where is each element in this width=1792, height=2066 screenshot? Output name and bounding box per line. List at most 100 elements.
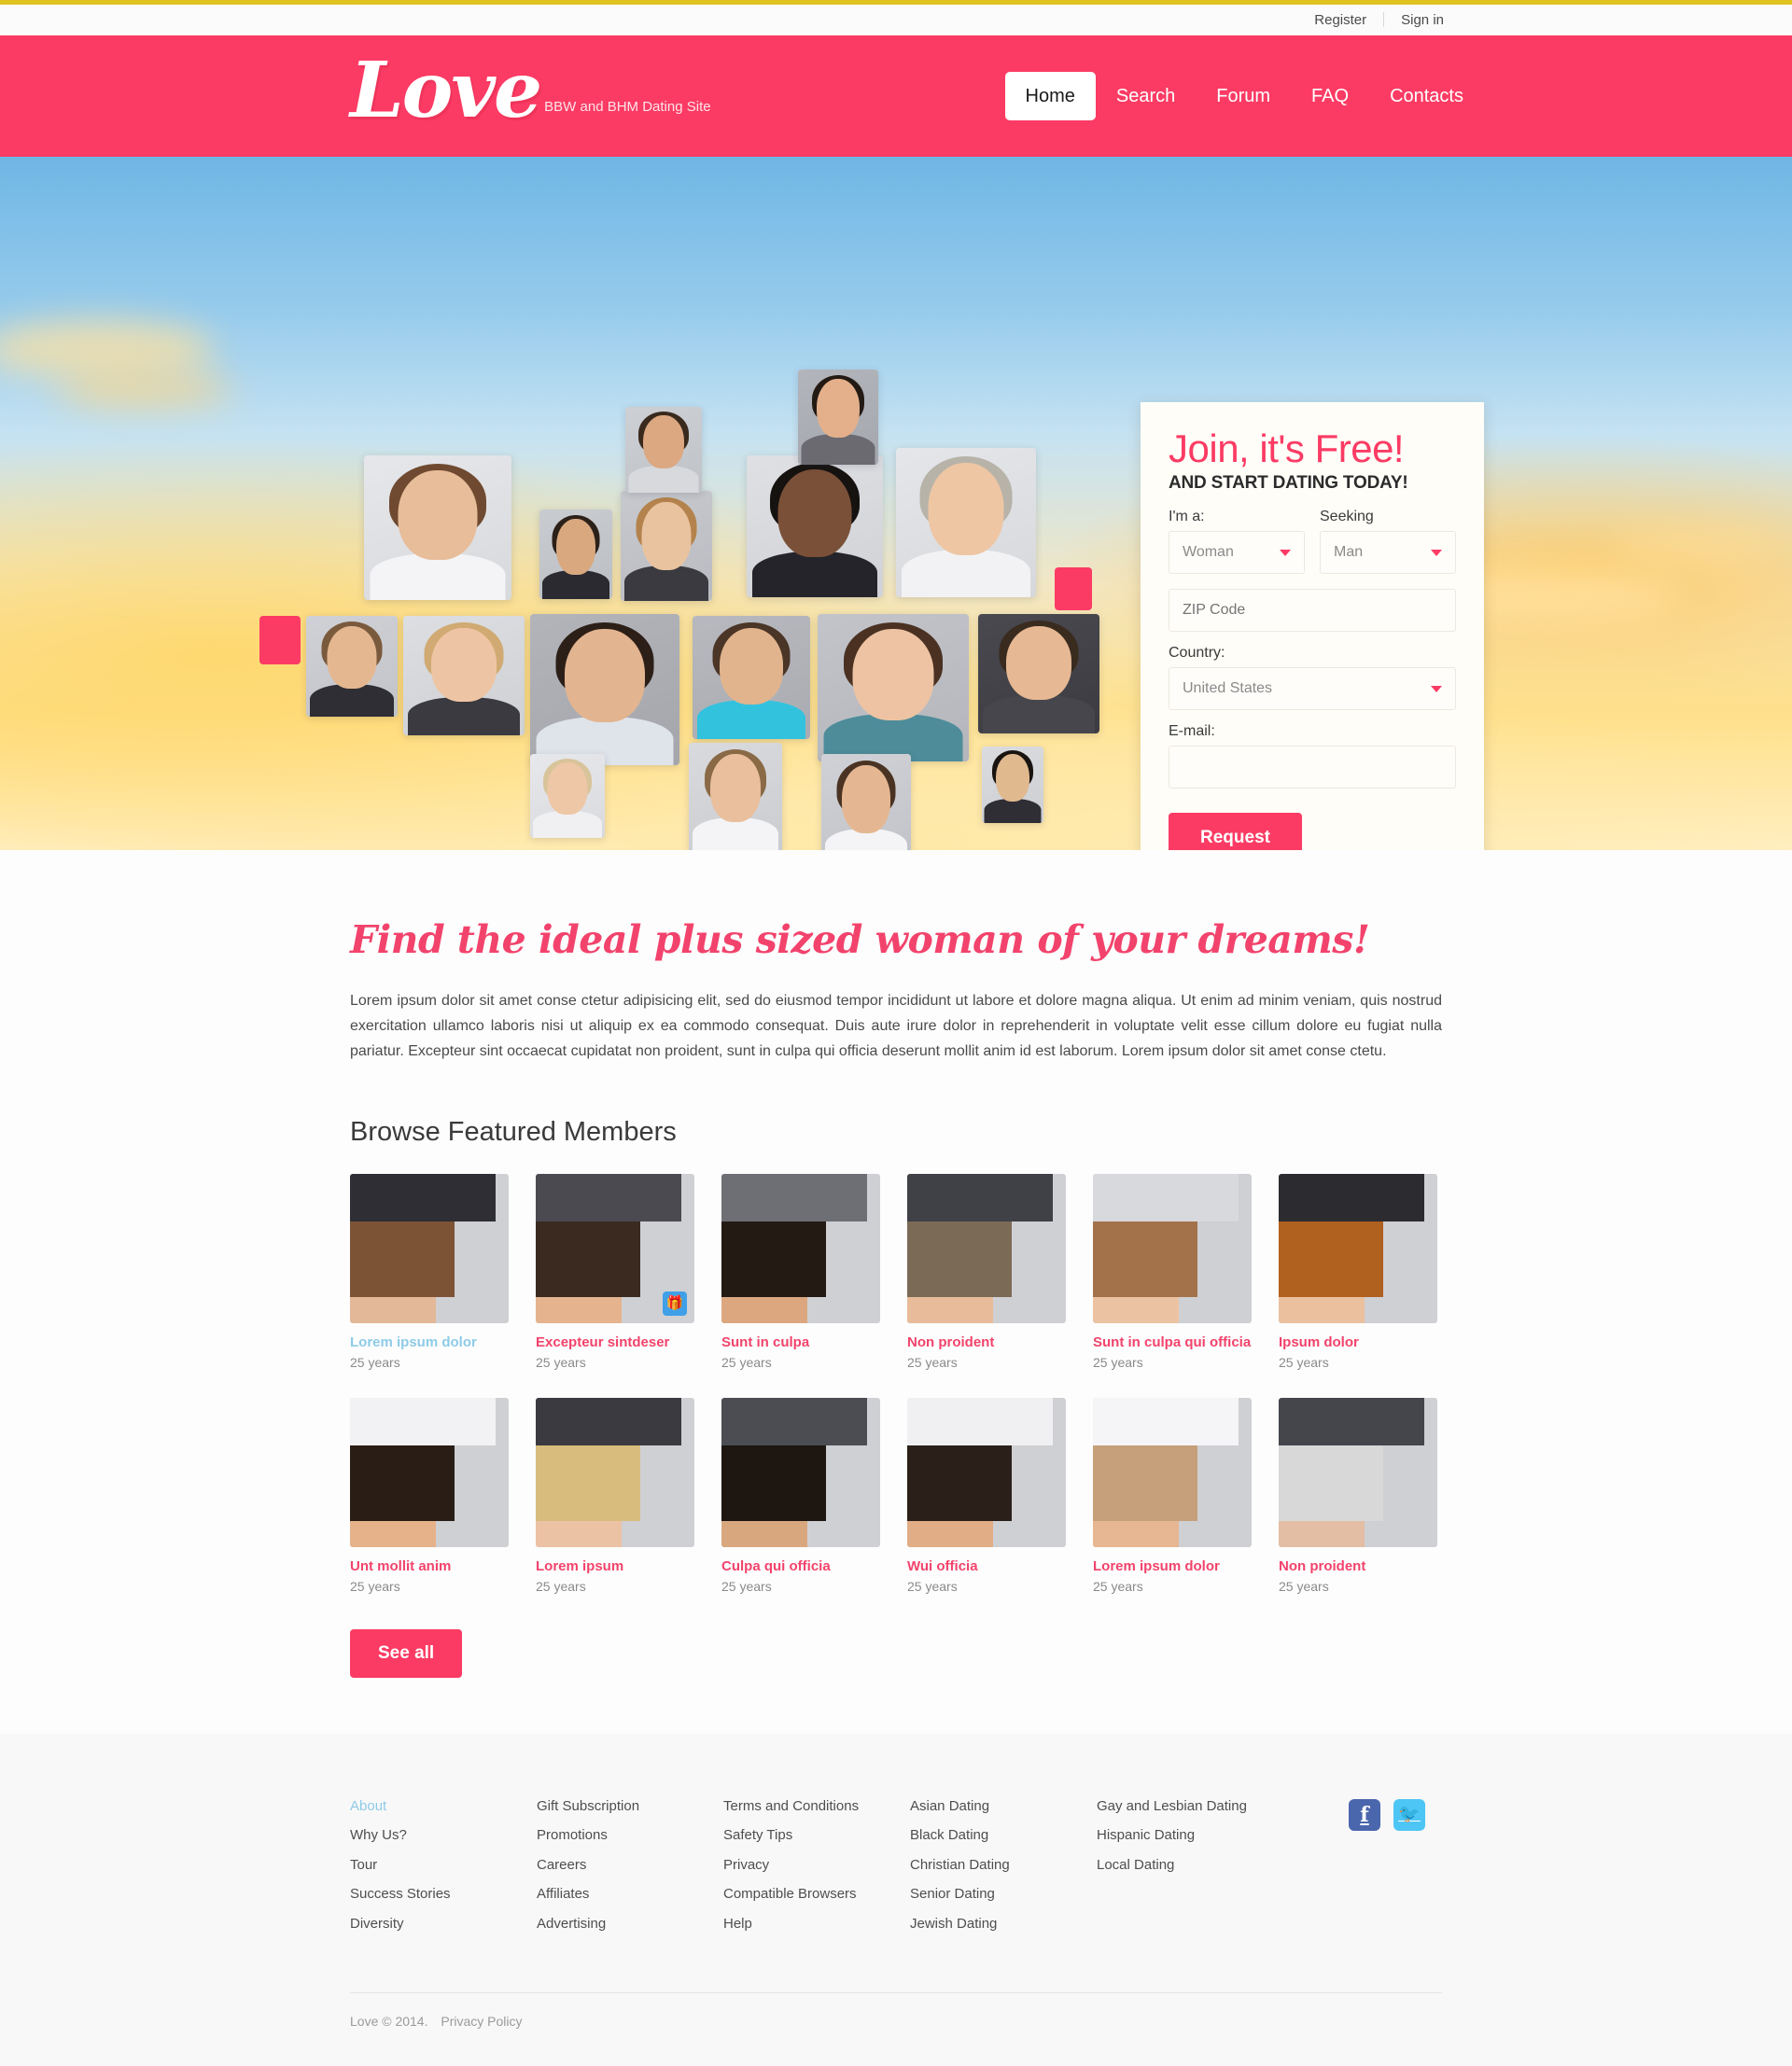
member-name[interactable]: Excepteur sintdeser bbox=[536, 1334, 694, 1350]
country-select[interactable]: United States bbox=[1169, 667, 1456, 711]
footer-link[interactable]: Hispanic Dating bbox=[1097, 1828, 1321, 1844]
footer-link[interactable]: Senior Dating bbox=[910, 1887, 1097, 1903]
portrait-head bbox=[817, 379, 860, 438]
page-title: Find the ideal plus sized woman of your … bbox=[350, 917, 1370, 962]
portrait-body bbox=[1093, 1173, 1239, 1221]
email-input[interactable] bbox=[1169, 746, 1456, 789]
member-photo[interactable] bbox=[907, 1173, 1066, 1323]
portrait-hair bbox=[907, 1221, 1012, 1297]
seeking-select[interactable]: Man bbox=[1320, 531, 1456, 575]
country-group: Country: United States bbox=[1169, 645, 1456, 711]
footer-link[interactable]: Careers bbox=[537, 1857, 723, 1874]
footer-link[interactable]: Success Stories bbox=[350, 1887, 537, 1903]
portrait-head bbox=[350, 1296, 436, 1323]
member-photo[interactable] bbox=[350, 1397, 509, 1547]
member-card[interactable]: Sunt in culpa 25 years bbox=[721, 1173, 880, 1370]
member-card[interactable]: 🎁 Excepteur sintdeser 25 years bbox=[536, 1173, 694, 1370]
member-card[interactable]: Unt mollit anim 25 years bbox=[350, 1397, 509, 1594]
footer-link[interactable]: Christian Dating bbox=[910, 1857, 1097, 1874]
footer-link[interactable]: Diversity bbox=[350, 1916, 537, 1933]
top-bar: Register Sign in bbox=[0, 0, 1792, 35]
member-name[interactable]: Ipsum dolor bbox=[1279, 1334, 1437, 1350]
collage-photo-tile bbox=[306, 616, 398, 717]
signin-link[interactable]: Sign in bbox=[1384, 13, 1461, 27]
footer-link[interactable]: Help bbox=[723, 1916, 910, 1933]
member-name[interactable]: Lorem ipsum dolor bbox=[1093, 1558, 1252, 1574]
member-photo[interactable] bbox=[536, 1397, 694, 1547]
nav-item-contacts[interactable]: Contacts bbox=[1369, 87, 1484, 105]
member-name[interactable]: Lorem ipsum dolor bbox=[350, 1334, 509, 1350]
cloud-decoration bbox=[1615, 525, 1783, 565]
footer-link[interactable]: Gift Subscription bbox=[537, 1798, 723, 1815]
member-photo[interactable] bbox=[907, 1397, 1066, 1547]
member-card[interactable]: Lorem ipsum 25 years bbox=[536, 1397, 694, 1594]
im-a-select[interactable]: Woman bbox=[1169, 531, 1305, 575]
footer-link[interactable]: Asian Dating bbox=[910, 1798, 1097, 1815]
member-name[interactable]: Sunt in culpa qui officia bbox=[1093, 1334, 1252, 1350]
portrait-body bbox=[628, 466, 699, 493]
see-all-button[interactable]: See all bbox=[350, 1628, 463, 1678]
member-card[interactable]: Culpa qui officia 25 years bbox=[721, 1397, 880, 1594]
footer-link[interactable]: Privacy bbox=[723, 1857, 910, 1874]
portrait-body bbox=[984, 799, 1042, 823]
footer-link[interactable]: Black Dating bbox=[910, 1828, 1097, 1844]
footer-link[interactable]: Gay and Lesbian Dating bbox=[1097, 1798, 1321, 1815]
member-card[interactable]: Ipsum dolor 25 years bbox=[1279, 1173, 1437, 1370]
brand[interactable]: Love BBW and BHM Dating Site bbox=[350, 46, 711, 135]
member-photo[interactable] bbox=[1093, 1173, 1252, 1323]
member-name[interactable]: Culpa qui officia bbox=[721, 1558, 880, 1574]
member-photo[interactable] bbox=[721, 1397, 880, 1547]
zip-group bbox=[1169, 589, 1456, 633]
portrait bbox=[1093, 1173, 1252, 1323]
footer-link[interactable]: Local Dating bbox=[1097, 1857, 1321, 1874]
register-link[interactable]: Register bbox=[1297, 13, 1383, 27]
member-card[interactable]: Non proident 25 years bbox=[1279, 1397, 1437, 1594]
twitter-icon[interactable]: 🐦 bbox=[1393, 1798, 1425, 1831]
portrait-body bbox=[536, 1173, 681, 1221]
nav-item-forum[interactable]: Forum bbox=[1196, 87, 1291, 105]
site-logo: Love bbox=[350, 46, 542, 135]
footer-link[interactable]: Jewish Dating bbox=[910, 1916, 1097, 1933]
member-name[interactable]: Non proident bbox=[907, 1334, 1066, 1350]
portrait-body bbox=[1093, 1397, 1239, 1445]
footer-link[interactable]: Tour bbox=[350, 1857, 537, 1874]
member-card[interactable]: Wui officia 25 years bbox=[907, 1397, 1066, 1594]
member-card[interactable]: Non proident 25 years bbox=[907, 1173, 1066, 1370]
footer-link[interactable]: About bbox=[350, 1798, 537, 1815]
footer-link[interactable]: Affiliates bbox=[537, 1887, 723, 1903]
member-age: 25 years bbox=[721, 1578, 772, 1594]
member-name[interactable]: Unt mollit anim bbox=[350, 1558, 509, 1574]
member-name[interactable]: Wui officia bbox=[907, 1558, 1066, 1574]
footer-link[interactable]: Safety Tips bbox=[723, 1828, 910, 1844]
facebook-icon[interactable]: f bbox=[1349, 1798, 1380, 1831]
footer-link[interactable]: Advertising bbox=[537, 1916, 723, 1933]
collage-photo-tile bbox=[689, 743, 782, 850]
zip-code-input[interactable] bbox=[1169, 589, 1456, 633]
nav-item-home[interactable]: Home bbox=[1004, 72, 1096, 120]
nav-item-faq[interactable]: FAQ bbox=[1291, 87, 1369, 105]
portrait-head bbox=[842, 765, 890, 833]
footer-link[interactable]: Terms and Conditions bbox=[723, 1798, 910, 1815]
member-photo[interactable] bbox=[350, 1173, 509, 1323]
member-card[interactable]: Sunt in culpa qui officia 25 years bbox=[1093, 1173, 1252, 1370]
portrait-head bbox=[710, 754, 761, 822]
member-photo[interactable] bbox=[1279, 1397, 1437, 1547]
member-photo[interactable] bbox=[721, 1173, 880, 1323]
footer-link[interactable]: Promotions bbox=[537, 1828, 723, 1844]
gift-icon[interactable]: 🎁 bbox=[663, 1291, 687, 1316]
request-button[interactable]: Request bbox=[1169, 813, 1302, 850]
footer-link[interactable]: Why Us? bbox=[350, 1828, 537, 1844]
member-name[interactable]: Non proident bbox=[1279, 1558, 1437, 1574]
portrait bbox=[896, 448, 1036, 597]
member-photo[interactable]: 🎁 bbox=[536, 1173, 694, 1323]
nav-item-search[interactable]: Search bbox=[1096, 87, 1196, 105]
member-name[interactable]: Lorem ipsum bbox=[536, 1558, 694, 1574]
member-photo[interactable] bbox=[1093, 1397, 1252, 1547]
member-name[interactable]: Sunt in culpa bbox=[721, 1334, 880, 1350]
privacy-policy-link[interactable]: Privacy Policy bbox=[441, 2014, 522, 2029]
member-photo[interactable] bbox=[1279, 1173, 1437, 1323]
portrait-body bbox=[697, 700, 805, 739]
member-card[interactable]: Lorem ipsum dolor 25 years bbox=[350, 1173, 509, 1370]
member-card[interactable]: Lorem ipsum dolor 25 years bbox=[1093, 1397, 1252, 1594]
footer-link[interactable]: Compatible Browsers bbox=[723, 1887, 910, 1903]
